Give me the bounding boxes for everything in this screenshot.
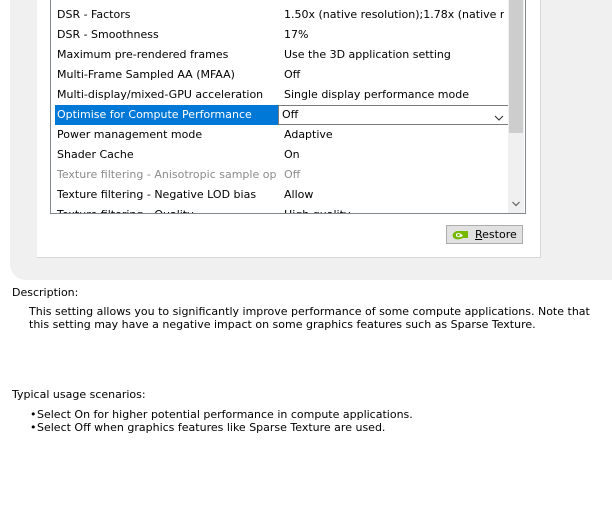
setting-value: Adaptive	[284, 128, 333, 141]
settings-row[interactable]: DSR - Factors 1.50x (native resolution);1…	[51, 5, 508, 25]
nvidia-logo-icon	[452, 230, 468, 241]
description-heading: Description:	[12, 286, 79, 299]
setting-name: Optimise for Compute Performance	[57, 108, 252, 121]
settings-row[interactable]: Power management mode Adaptive	[51, 125, 508, 145]
setting-value: On	[284, 148, 300, 161]
setting-name: DSR - Smoothness	[57, 28, 159, 41]
setting-value: Single display performance mode	[284, 88, 470, 101]
bullet-icon: •	[30, 421, 37, 434]
settings-row[interactable]: DSR - Smoothness 17%	[51, 25, 508, 45]
setting-name: Power management mode	[57, 128, 203, 141]
setting-value: 1.50x (native resolution);1.78x (native …	[284, 8, 504, 21]
dropdown-selected-value: Off	[282, 108, 299, 121]
setting-value: Off	[284, 168, 301, 181]
setting-name: Texture filtering - Quality	[57, 205, 277, 213]
usage-scenarios-list: •Select On for higher potential performa…	[30, 408, 590, 434]
setting-value: Use the 3D application setting	[284, 48, 451, 61]
setting-name: Shader Cache	[57, 148, 134, 161]
settings-row[interactable]: Multi-display/mixed-GPU acceleration Sing…	[51, 85, 508, 105]
chevron-down-icon[interactable]	[494, 110, 504, 121]
bullet-icon: •	[30, 408, 37, 421]
setting-name: Texture filtering - Anisotropic sample o…	[57, 168, 277, 181]
settings-row[interactable]: Multi-Frame Sampled AA (MFAA) Off	[51, 65, 508, 85]
setting-name: Multi-display/mixed-GPU acceleration	[57, 88, 264, 101]
setting-value-dropdown[interactable]: Off	[278, 105, 509, 125]
settings-list[interactable]: DSR - Factors 1.50x (native resolution);1…	[50, 0, 526, 214]
restore-button-label: Restore	[475, 228, 517, 241]
scroll-down-arrow-icon[interactable]	[508, 196, 524, 213]
settings-row[interactable]: Texture filtering - Anisotropic sample o…	[51, 165, 508, 185]
settings-row[interactable]: Optimise for Compute Performance Off	[51, 105, 509, 125]
usage-scenario-item: •Select Off when graphics features like …	[30, 421, 386, 434]
setting-value: Allow	[284, 188, 314, 201]
setting-value: High quality	[284, 205, 504, 213]
scrollbar-thumb[interactable]	[509, 0, 523, 133]
settings-row[interactable]: Texture filtering - Negative LOD bias All…	[51, 185, 508, 205]
setting-name: Maximum pre-rendered frames	[57, 48, 229, 61]
setting-value: 17%	[284, 28, 309, 41]
setting-name: Multi-Frame Sampled AA (MFAA)	[57, 68, 235, 81]
settings-page: DSR - Factors 1.50x (native resolution);1…	[0, 0, 612, 521]
setting-name: DSR - Factors	[57, 8, 131, 21]
usage-scenario-item: •Select On for higher potential performa…	[30, 408, 413, 421]
settings-row[interactable]: Texture filtering - Quality High quality	[51, 205, 508, 213]
setting-name: Texture filtering - Negative LOD bias	[57, 188, 257, 201]
settings-list-scrollbar[interactable]	[508, 0, 524, 213]
restore-button[interactable]: Restore	[446, 225, 523, 244]
description-text: This setting allows you to significantly…	[29, 305, 590, 331]
usage-scenarios-heading: Typical usage scenarios:	[12, 388, 146, 401]
setting-value: Off	[284, 68, 301, 81]
settings-row[interactable]: Maximum pre-rendered frames Use the 3D ap…	[51, 45, 508, 65]
settings-row[interactable]: Shader Cache On	[51, 145, 508, 165]
